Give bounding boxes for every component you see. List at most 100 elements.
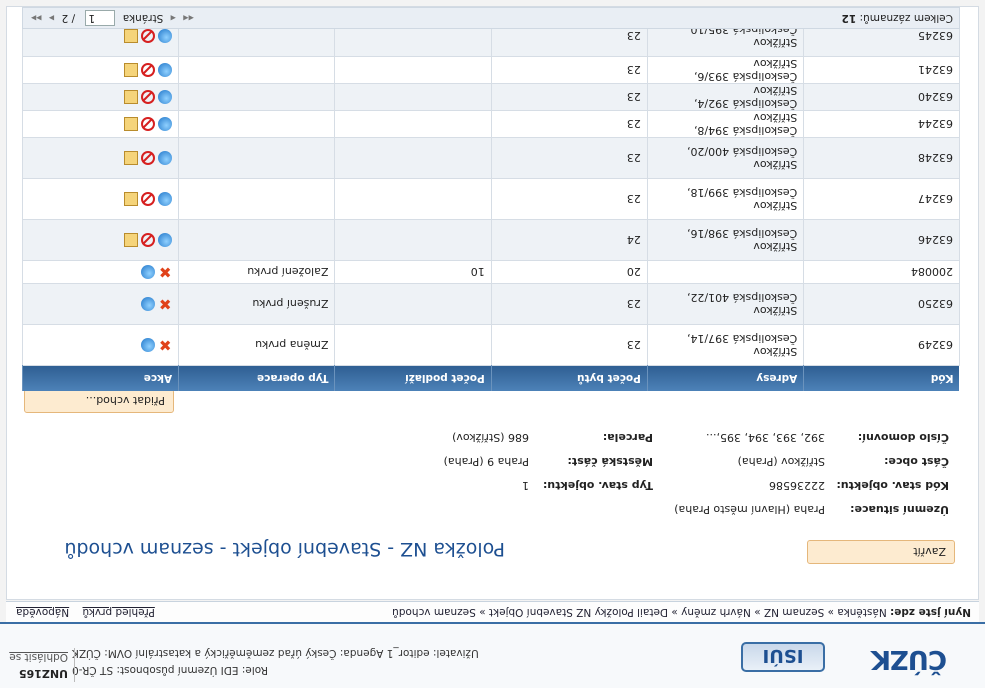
table-row[interactable]: 63249 Střížkov Českolipská 397/14, 23 Změna…	[22, 324, 960, 366]
delete-icon[interactable]: ✖	[158, 295, 172, 313]
cast-value: Střížkov (Praha)	[737, 455, 825, 468]
delete-icon[interactable]: ✖	[158, 336, 172, 354]
table-row[interactable]: 63247 Střížkov Českolipská 399/18, 23	[22, 178, 960, 220]
cancel-icon[interactable]	[141, 151, 156, 165]
cuzk-logo: ČÚZK	[837, 642, 947, 674]
info-icon[interactable]	[158, 90, 173, 104]
edit-icon[interactable]	[124, 90, 139, 104]
cancel-icon[interactable]	[141, 233, 156, 247]
total-value: 12	[841, 12, 857, 24]
edit-icon[interactable]	[124, 151, 139, 165]
parcela-value: 686 (Střížkov)	[452, 431, 529, 444]
cell-kod: 63249	[803, 324, 960, 366]
isui-badge[interactable]: ISÚI	[741, 642, 825, 672]
parcela-label: Parcela:	[602, 431, 653, 444]
cell-akce	[22, 110, 179, 138]
role-line: Role: EDI Územní působnost: ST ČR-0	[72, 664, 268, 676]
total-label: Celkem záznamů:	[859, 12, 953, 24]
cell-pocet-podlazi	[334, 178, 492, 220]
cancel-icon[interactable]	[141, 63, 156, 77]
edit-icon[interactable]	[124, 63, 139, 77]
first-page-icon[interactable]: ◂◂	[183, 12, 194, 24]
cell-pocet-bytu: 23	[491, 178, 648, 220]
user-line: Uživatel: editor_1 Agenda: Český úřad ze…	[72, 647, 479, 659]
table-header-row: Kód Adresy Počet bytů Počet podlaží Typ …	[22, 365, 960, 391]
col-adresy[interactable]: Adresy	[647, 365, 804, 391]
page-label: Stránka	[122, 12, 164, 24]
cell-typ-operace: Založení prvku	[178, 260, 335, 284]
typ-value: 1	[522, 479, 529, 492]
add-entrance-button[interactable]: Přidat vchod...	[24, 389, 174, 413]
page-input[interactable]: 1	[85, 10, 116, 26]
user-info: Role: EDI Územní působnost: ST ČR-0 Uživ…	[72, 644, 479, 678]
cancel-icon[interactable]	[141, 117, 156, 131]
edit-icon[interactable]	[124, 117, 139, 131]
cell-adresa: Střížkov Českolipská 398/16,	[647, 219, 804, 261]
info-icon[interactable]	[141, 265, 156, 279]
col-kod[interactable]: Kód	[803, 365, 960, 391]
cell-akce: ✖	[22, 283, 179, 325]
table-row[interactable]: 63244 Českolipská 394/8, Střížkov 23	[22, 110, 960, 138]
prev-page-icon[interactable]: ◂	[171, 12, 176, 24]
info-icon[interactable]	[158, 192, 173, 206]
edit-icon[interactable]	[124, 192, 139, 206]
cell-pocet-podlazi	[334, 110, 492, 138]
close-button[interactable]: Zavřít	[807, 540, 955, 564]
info-icon[interactable]	[141, 297, 156, 311]
table-row[interactable]: 200084 20 10 Založení prvku ✖	[22, 260, 960, 284]
table-row[interactable]: 63246 Střížkov Českolipská 398/16, 24	[22, 219, 960, 261]
cell-kod: 63240	[803, 83, 960, 111]
col-typ-operace[interactable]: Typ operace	[178, 365, 335, 391]
col-akce: Akce	[22, 365, 179, 391]
next-page-icon[interactable]: ▸	[49, 12, 54, 24]
info-icon[interactable]	[141, 338, 156, 352]
table-body: 63249 Střížkov Českolipská 397/14, 23 Změna…	[22, 15, 960, 366]
logout-link[interactable]: Odhlásit se	[4, 648, 68, 665]
col-pocet-podlazi[interactable]: Počet podlaží	[334, 365, 492, 391]
info-icon[interactable]	[158, 151, 173, 165]
cancel-icon[interactable]	[141, 29, 156, 43]
info-icon[interactable]	[158, 29, 173, 43]
page-title: Položka NZ - Stavební objekt - seznam vc…	[64, 538, 505, 560]
cell-akce	[22, 219, 179, 261]
kod-value: 22236586	[769, 479, 825, 492]
page-total: / 2	[61, 12, 76, 24]
info-icon[interactable]	[158, 233, 173, 247]
table-row[interactable]: 63248 Střížkov Českolipská 400/20, 23	[22, 137, 960, 179]
cell-pocet-bytu: 23	[491, 283, 648, 325]
cell-kod: 63250	[803, 283, 960, 325]
table-row[interactable]: 63250 Střížkov Českolipská 401/22, 23 Zruše…	[22, 283, 960, 325]
cell-pocet-podlazi	[334, 137, 492, 179]
cell-pocet-bytu: 23	[491, 83, 648, 111]
app-root: ČÚZK ISÚI Role: EDI Územní působnost: ST…	[0, 0, 985, 688]
breadcrumb-bar: Nyní jste zde: Nástěnka » Seznam NZ » Ná…	[6, 601, 979, 622]
col-pocet-bytu[interactable]: Počet bytů	[491, 365, 648, 391]
delete-icon[interactable]: ✖	[158, 263, 172, 281]
cell-pocet-bytu: 23	[491, 324, 648, 366]
mestska-value: Praha 9 (Praha)	[443, 455, 529, 468]
cell-pocet-bytu: 20	[491, 260, 648, 284]
app-header: ČÚZK ISÚI Role: EDI Územní působnost: ST…	[0, 622, 985, 688]
cancel-icon[interactable]	[141, 90, 156, 104]
cell-typ-operace	[178, 83, 335, 111]
edit-icon[interactable]	[124, 233, 139, 247]
cell-adresa: Českolipská 393/6, Střížkov	[647, 56, 804, 84]
breadcrumb: Nyní jste zde: Nástěnka » Seznam NZ » Ná…	[392, 602, 971, 622]
overview-link[interactable]: Přehled prvků	[83, 606, 155, 618]
cancel-icon[interactable]	[141, 192, 156, 206]
kod-label: Kód stav. objektu:	[836, 479, 949, 492]
cell-typ-operace	[178, 219, 335, 261]
help-link[interactable]: Nápověda	[16, 606, 69, 618]
table-row[interactable]: 63240 Českolipská 392/4, Střížkov 23	[22, 83, 960, 111]
last-page-icon[interactable]: ▸▸	[31, 12, 42, 24]
user-box: UNZ165 Odhlásit se	[4, 648, 75, 682]
pager-nav: ◂◂ ◂ Stránka 1 / 2 ▸ ▸▸	[31, 8, 198, 28]
cell-adresa: Střížkov Českolipská 400/20,	[647, 137, 804, 179]
breadcrumb-prefix: Nyní jste zde:	[890, 606, 971, 618]
breadcrumb-path[interactable]: Nástěnka » Seznam NZ » Návrh změny » Det…	[392, 606, 887, 618]
edit-icon[interactable]	[124, 29, 139, 43]
info-icon[interactable]	[158, 117, 173, 131]
table-row[interactable]: 63241 Českolipská 393/6, Střížkov 23	[22, 56, 960, 84]
cell-typ-operace	[178, 137, 335, 179]
info-icon[interactable]	[158, 63, 173, 77]
